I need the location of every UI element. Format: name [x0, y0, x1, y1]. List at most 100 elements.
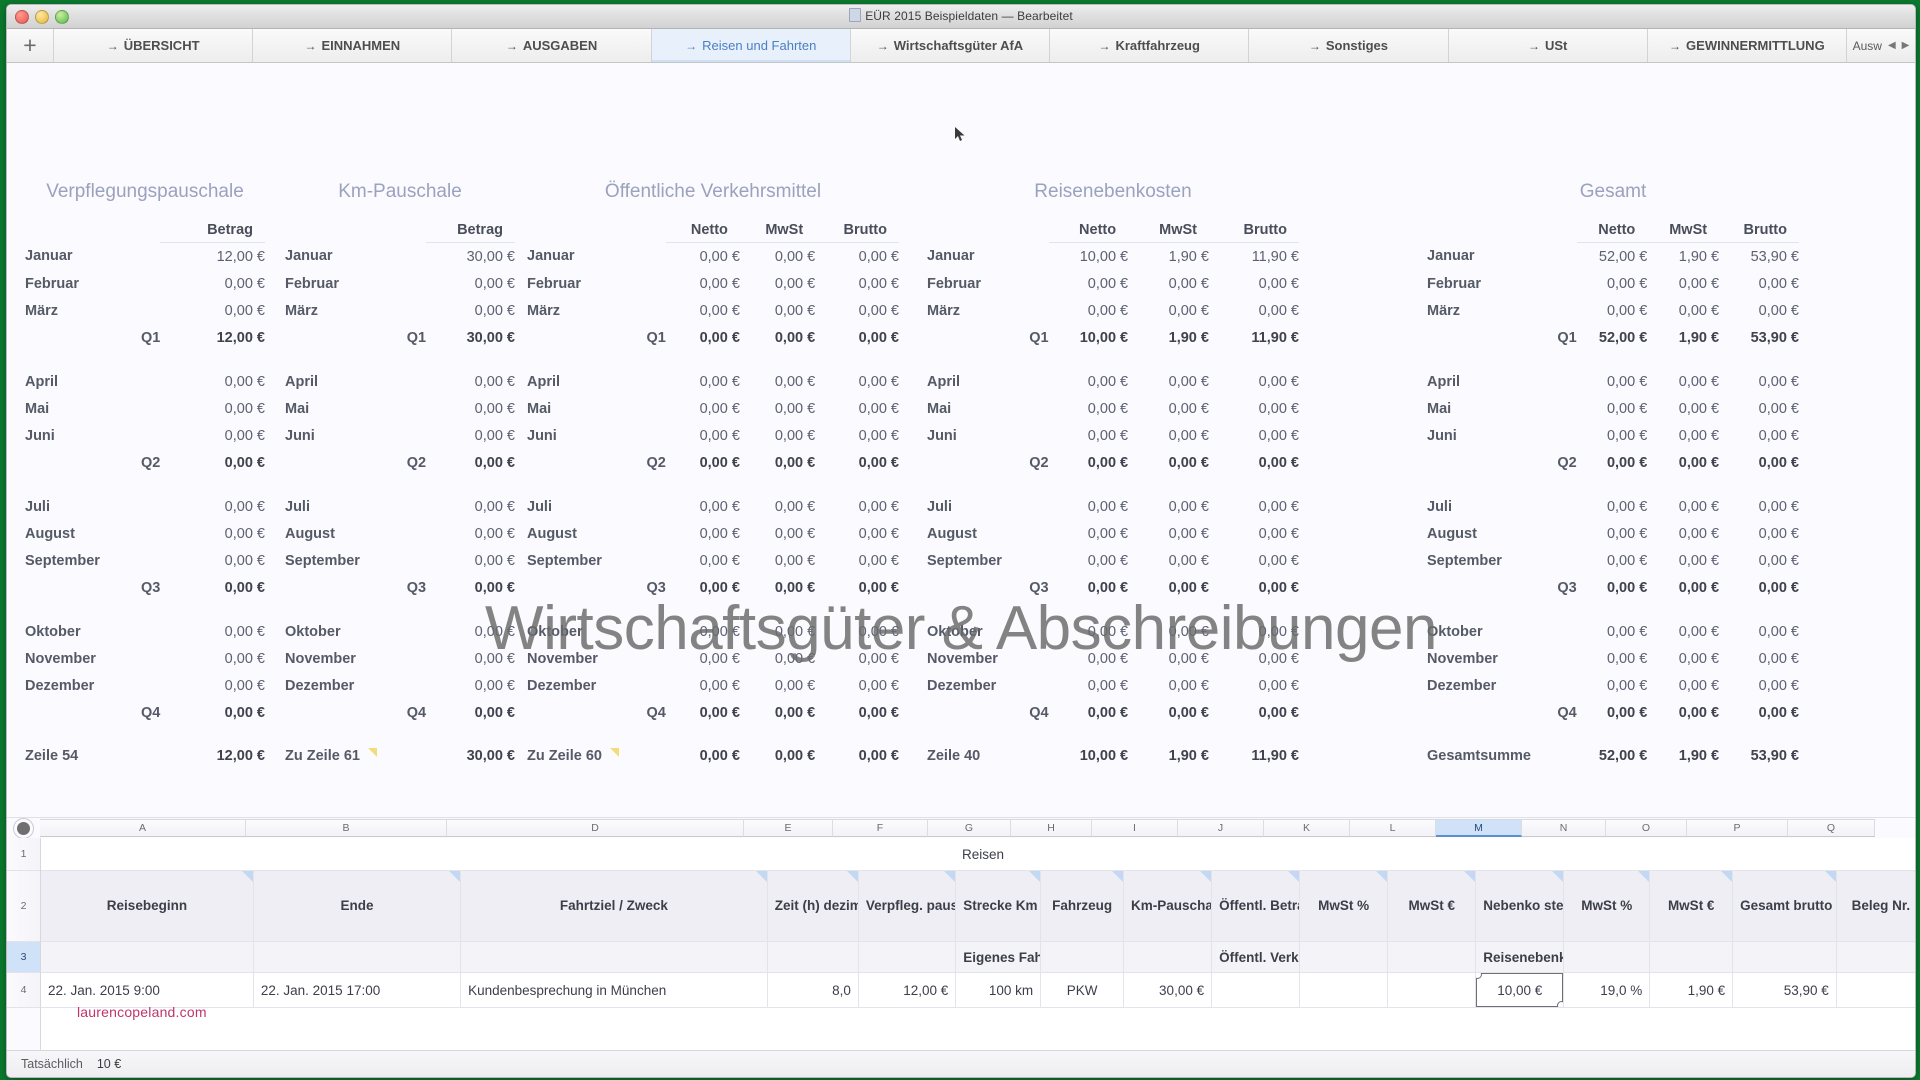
tab-sonstiges[interactable]: → Sonstiges	[1249, 29, 1449, 62]
cell-comment-icon[interactable]	[1464, 871, 1475, 882]
column-header-A[interactable]: A	[40, 819, 246, 837]
note-indicator-icon[interactable]	[367, 748, 377, 758]
subheader-cell[interactable]	[767, 941, 859, 973]
tab-overflow-control[interactable]: Ausw ◀ ▶	[1847, 29, 1915, 62]
row-header-4[interactable]: 4	[7, 973, 40, 1008]
tab-reisen-und-fahrten[interactable]: → Reisen und Fahrten	[651, 29, 851, 62]
cell-comment-icon[interactable]	[1914, 871, 1915, 882]
column-header-cell[interactable]: Fahrtziel / Zweck	[460, 870, 768, 942]
cell-comment-icon[interactable]	[1200, 871, 1211, 882]
column-header-cell[interactable]: Beleg Nr.	[1836, 870, 1915, 942]
column-header-M[interactable]: M	[1436, 819, 1522, 837]
subheader-cell[interactable]	[1123, 941, 1213, 973]
column-header-cell[interactable]: Öffentl. Betrag netto	[1211, 870, 1301, 942]
cell-comment-icon[interactable]	[1824, 871, 1836, 882]
data-cell[interactable]: PKW	[1040, 972, 1125, 1008]
cell-comment-icon[interactable]	[1288, 871, 1299, 882]
subheader-cell[interactable]	[1649, 941, 1734, 973]
data-cell[interactable]: 53,90 €	[1732, 972, 1837, 1008]
tab-ust[interactable]: → USt	[1448, 29, 1648, 62]
column-header-cell[interactable]: MwSt %	[1563, 870, 1651, 942]
tab-bersicht[interactable]: → ÜBERSICHT	[54, 29, 254, 62]
cell-comment-icon[interactable]	[755, 871, 767, 882]
cell-comment-icon[interactable]	[846, 871, 858, 882]
subheader-cell[interactable]	[858, 941, 957, 973]
column-header-cell[interactable]: Km-Pauschale	[1123, 870, 1213, 942]
cell-comment-icon[interactable]	[1552, 871, 1563, 882]
column-header-cell[interactable]: MwSt %	[1299, 870, 1389, 942]
column-header-G[interactable]: G	[928, 819, 1011, 837]
table-handle-knob[interactable]	[17, 821, 30, 835]
chevron-left-icon[interactable]: ◀	[1888, 40, 1896, 51]
column-header-O[interactable]: O	[1606, 819, 1687, 837]
chevron-right-icon[interactable]: ▶	[1902, 40, 1910, 51]
column-header-E[interactable]: E	[744, 819, 833, 837]
column-header-cell[interactable]: MwSt €	[1649, 870, 1734, 942]
tab-kraftfahrzeug[interactable]: → Kraftfahrzeug	[1050, 29, 1250, 62]
subheader-cell[interactable]	[460, 941, 768, 973]
cell-comment-icon[interactable]	[1112, 871, 1123, 882]
column-header-cell[interactable]: Gesamt brutto	[1732, 870, 1837, 942]
cell-comment-icon[interactable]	[1029, 871, 1040, 882]
subheader-cell[interactable]: Öffentl. Verkehrsmittel	[1211, 941, 1301, 973]
subheader-cell[interactable]	[41, 941, 254, 973]
tab-wirtschaftsg-ter-afa[interactable]: → Wirtschaftsgüter AfA	[850, 29, 1051, 62]
note-indicator-icon[interactable]	[609, 748, 619, 758]
cell-comment-icon[interactable]	[241, 871, 253, 882]
column-header-I[interactable]: I	[1092, 819, 1178, 837]
column-ruler[interactable]: ABDEFGHIJKLMNOPQ	[40, 819, 1915, 837]
cell-comment-icon[interactable]	[449, 871, 460, 882]
data-cell[interactable]	[1211, 972, 1301, 1008]
data-cell[interactable]: 19,0 %	[1563, 972, 1651, 1008]
subheader-cell[interactable]	[1836, 941, 1915, 973]
data-cell[interactable]: 10,00 €	[1475, 972, 1565, 1008]
row-header-3[interactable]: 3	[7, 942, 40, 973]
subheader-cell[interactable]: Reisenebenkosten	[1475, 941, 1565, 973]
data-cell[interactable]: 30,00 €	[1123, 972, 1213, 1008]
subheader-cell[interactable]	[1563, 941, 1651, 973]
data-cell[interactable]	[1387, 972, 1477, 1008]
data-cell[interactable]: 12,00 €	[858, 972, 957, 1008]
column-header-cell[interactable]: Reisebeginn	[41, 870, 254, 942]
subheader-cell[interactable]	[253, 941, 462, 973]
data-cell[interactable]: 22. Jan. 2015 9:00	[41, 972, 254, 1008]
row-number-gutter[interactable]: 1234	[7, 838, 41, 1050]
data-cell[interactable]: 1,90 €	[1649, 972, 1734, 1008]
grid-scroll-area[interactable]: Reisen Reisebeginn Ende Fahrtziel / Zweck Z…	[41, 838, 1915, 1050]
subheader-cell[interactable]	[1040, 941, 1125, 973]
column-header-cell[interactable]: Fahrzeug	[1040, 870, 1125, 942]
data-cell[interactable]	[1836, 972, 1915, 1008]
subheader-cell[interactable]	[1299, 941, 1389, 973]
subheader-cell[interactable]: Eigenes Fahrzeug	[955, 941, 1042, 973]
tab-ausgaben[interactable]: → AUSGABEN	[452, 29, 652, 62]
row-header-2[interactable]: 2	[7, 871, 40, 942]
column-header-B[interactable]: B	[246, 819, 447, 837]
data-cell[interactable]	[1299, 972, 1389, 1008]
table-handle[interactable]	[7, 821, 40, 835]
row-header-1[interactable]: 1	[7, 838, 40, 871]
cell-comment-icon[interactable]	[944, 871, 955, 882]
column-header-cell[interactable]: Strecke Km	[955, 870, 1042, 942]
column-header-cell[interactable]: Ende	[253, 870, 462, 942]
column-header-L[interactable]: L	[1350, 819, 1436, 837]
column-header-cell[interactable]: Verpfleg. pauschale	[858, 870, 957, 942]
subheader-cell[interactable]	[1732, 941, 1837, 973]
cell-comment-icon[interactable]	[1721, 871, 1732, 882]
column-header-cell[interactable]: Nebenko sten netto	[1475, 870, 1565, 942]
column-header-cell[interactable]: MwSt €	[1387, 870, 1477, 942]
window-titlebar[interactable]: EÜR 2015 Beispieldaten — Bearbeitet	[7, 5, 1915, 29]
table-row[interactable]: 22. Jan. 2015 9:00 22. Jan. 2015 17:00 Kun…	[41, 972, 1915, 1008]
column-header-Q[interactable]: Q	[1788, 819, 1875, 837]
selection-handle-bottomright[interactable]	[1557, 1001, 1563, 1007]
column-header-K[interactable]: K	[1264, 819, 1350, 837]
column-header-N[interactable]: N	[1522, 819, 1606, 837]
subheader-cell[interactable]	[1387, 941, 1477, 973]
data-cell[interactable]: 100 km	[955, 972, 1042, 1008]
tab-einnahmen[interactable]: → EINNAHMEN	[253, 29, 453, 62]
column-header-D[interactable]: D	[447, 819, 744, 837]
column-header-P[interactable]: P	[1687, 819, 1788, 837]
column-header-J[interactable]: J	[1178, 819, 1264, 837]
data-cell[interactable]: 8,0	[767, 972, 859, 1008]
cell-comment-icon[interactable]	[1638, 871, 1649, 882]
add-sheet-button[interactable]: +	[7, 29, 54, 62]
